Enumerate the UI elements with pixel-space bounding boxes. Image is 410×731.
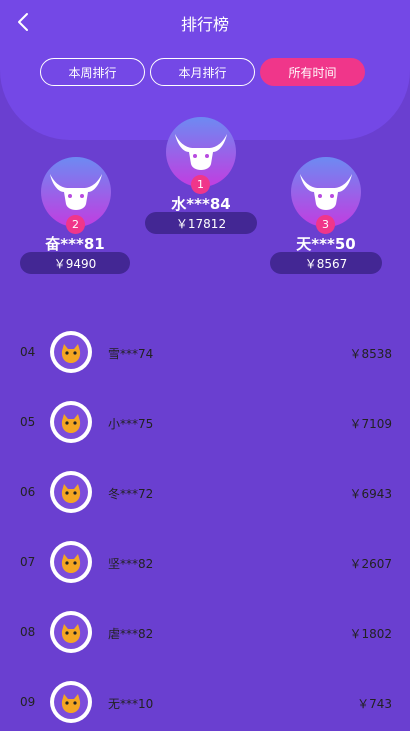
- avatar: [50, 401, 92, 443]
- avatar: [50, 331, 92, 373]
- avatar: [50, 471, 92, 513]
- page-title: 排行榜: [180, 15, 229, 34]
- avatar: [50, 541, 92, 583]
- user-name: 无***10: [108, 697, 154, 711]
- podium-name: 奋***81: [45, 235, 105, 253]
- rank-number: 06: [20, 485, 36, 499]
- user-name: 冬***72: [108, 487, 154, 501]
- list-item[interactable]: 06 冬***72 ￥6943: [0, 458, 410, 528]
- amount: ￥8538: [349, 347, 392, 361]
- rank-number: 08: [20, 625, 36, 639]
- list-item[interactable]: 09 无***10 ￥743: [0, 668, 410, 731]
- podium-amount: ￥17812: [145, 212, 257, 234]
- header: 排行榜: [0, 0, 410, 44]
- list-item[interactable]: 04 雪***74 ￥8538: [0, 318, 410, 388]
- tab-bar: 本周排行 本月排行 所有时间: [40, 58, 365, 86]
- amount: ￥1802: [349, 627, 392, 641]
- tab-this-month[interactable]: 本月排行: [150, 58, 255, 86]
- avatar: [50, 611, 92, 653]
- amount: ￥6943: [349, 487, 392, 501]
- rank-badge: 3: [316, 215, 335, 234]
- amount: ￥2607: [349, 557, 392, 571]
- rank-number: 05: [20, 415, 36, 429]
- rank-badge: 2: [66, 215, 85, 234]
- rank-number: 04: [20, 345, 36, 359]
- rank-number: 09: [20, 695, 36, 709]
- list-item[interactable]: 05 小***75 ￥7109: [0, 388, 410, 458]
- list-item[interactable]: 07 坚***82 ￥2607: [0, 528, 410, 598]
- user-name: 雪***74: [108, 347, 154, 361]
- user-name: 小***75: [108, 417, 154, 431]
- tab-this-week[interactable]: 本周排行: [40, 58, 145, 86]
- rank-number: 07: [20, 555, 36, 569]
- list-item[interactable]: 08 虐***82 ￥1802: [0, 598, 410, 668]
- podium-amount: ￥8567: [270, 252, 382, 274]
- podium-name: 水***84: [171, 195, 231, 213]
- avatar: [50, 681, 92, 723]
- amount: ￥7109: [349, 417, 392, 431]
- podium-amount: ￥9490: [20, 252, 130, 274]
- user-name: 坚***82: [108, 557, 154, 571]
- tab-all-time[interactable]: 所有时间: [260, 58, 365, 86]
- amount: ￥743: [357, 697, 392, 711]
- podium-name: 天***50: [296, 235, 356, 253]
- rank-badge: 1: [191, 175, 210, 194]
- user-name: 虐***82: [108, 627, 154, 641]
